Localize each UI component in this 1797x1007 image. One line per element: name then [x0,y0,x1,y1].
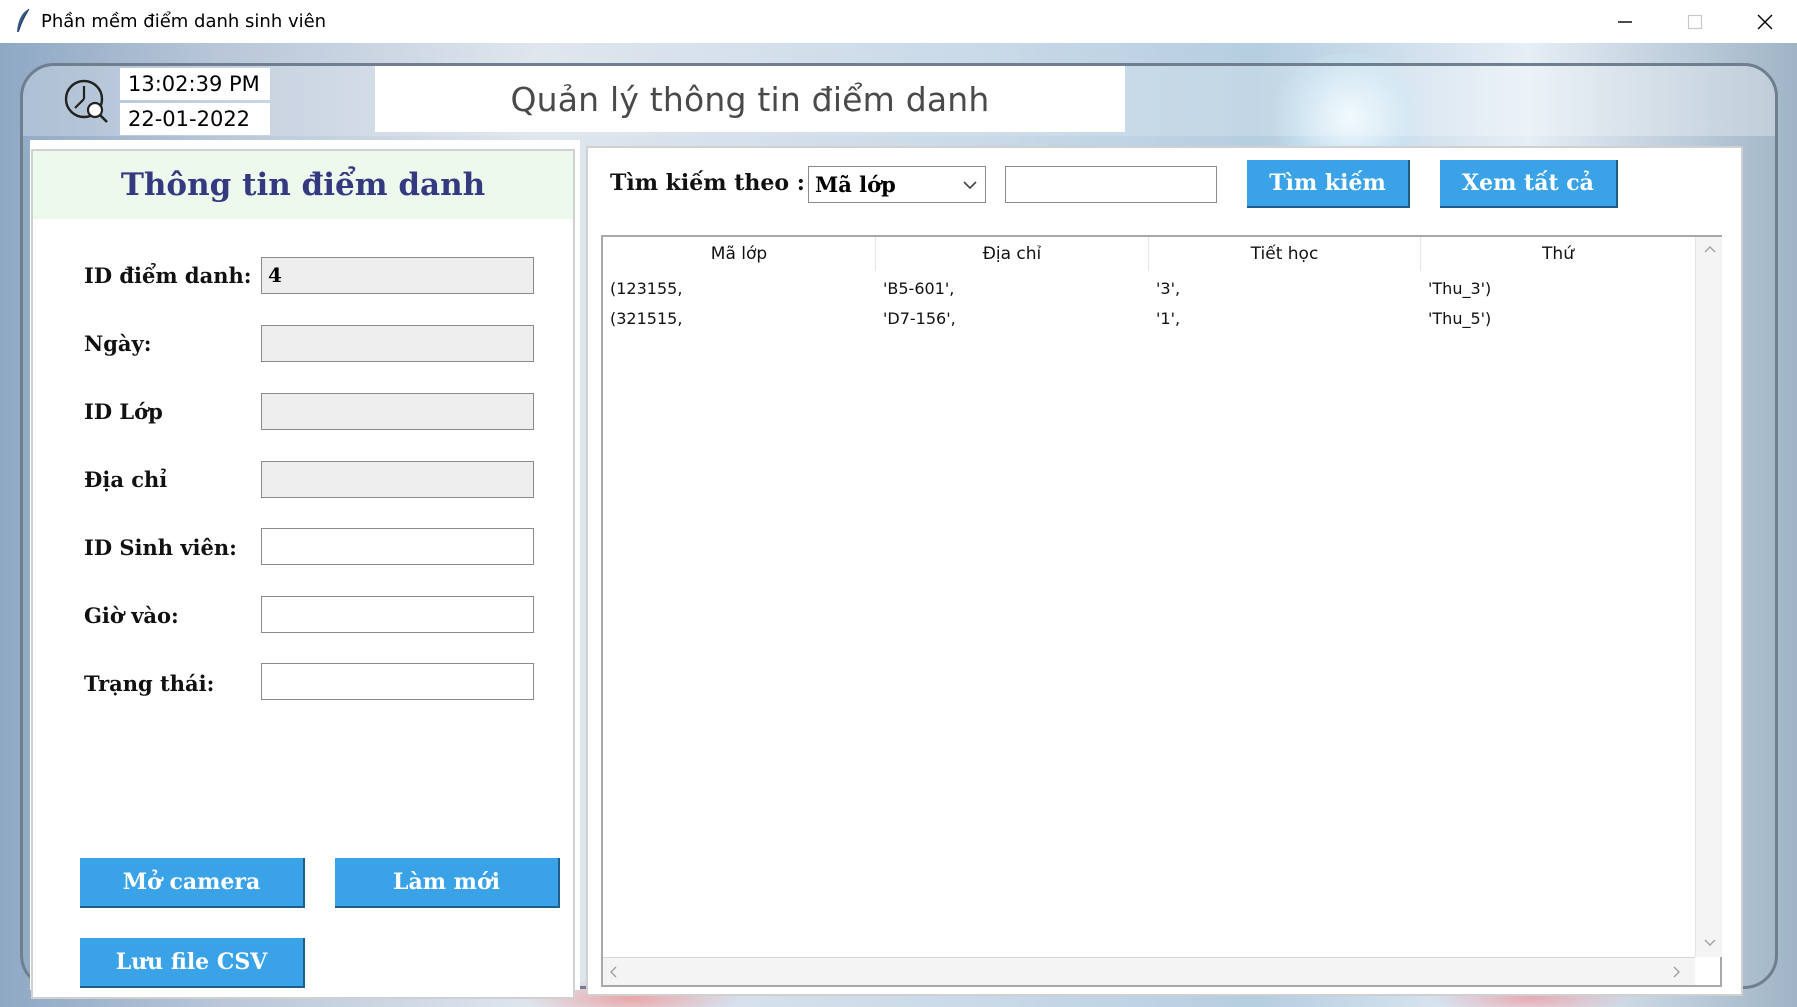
address-label: Địa chỉ [84,467,168,492]
search-by-value: Mã lớp [815,172,896,197]
maximize-icon [1687,14,1703,29]
title-bar: Phần mềm điểm danh sinh viên [0,0,1797,43]
column-header-address[interactable]: Địa chỉ [876,237,1149,271]
search-input[interactable] [1005,166,1217,203]
column-header-class-code[interactable]: Mã lớp [603,237,876,271]
horizontal-scrollbar[interactable] [603,957,1695,985]
status-field[interactable] [261,663,534,700]
header-banner: Quản lý thông tin điểm danh [375,66,1125,132]
student-id-field[interactable] [261,528,534,565]
save-csv-button[interactable]: Lưu file CSV [80,938,305,988]
search-button[interactable]: Tìm kiếm [1247,160,1410,208]
scroll-left-icon[interactable] [609,966,617,978]
attendance-id-field[interactable]: 4 [261,257,534,294]
minimize-button[interactable] [1590,0,1660,43]
current-date: 22-01-2022 [120,103,270,135]
page-title: Quản lý thông tin điểm danh [510,79,990,119]
vertical-scrollbar[interactable] [1695,237,1722,957]
column-header-weekday[interactable]: Thứ [1421,237,1695,271]
attendance-id-label: ID điểm danh: [84,263,252,288]
clock-search-icon [64,79,108,123]
search-by-select[interactable]: Mã lớp [808,166,986,203]
close-icon [1757,14,1773,29]
view-all-button[interactable]: Xem tất cả [1440,160,1618,208]
table-cell: 'D7-156', [883,309,956,328]
student-id-label: ID Sinh viên: [84,535,237,560]
panel-heading: Thông tin điểm danh [33,151,573,219]
maximize-button[interactable] [1660,0,1730,43]
open-camera-button[interactable]: Mở camera [80,858,305,908]
class-id-label: ID Lớp [84,399,163,424]
refresh-button[interactable]: Làm mới [335,858,560,908]
table-cell: (123155, [610,279,683,298]
table-cell: 'B5-601', [883,279,955,298]
check-in-time-field[interactable] [261,596,534,633]
chevron-down-icon [963,181,977,190]
feather-icon [17,8,30,32]
table-cell: (321515, [610,309,683,328]
address-field[interactable] [261,461,534,498]
close-button[interactable] [1730,0,1797,43]
minimize-icon [1618,20,1632,23]
date-field[interactable] [261,325,534,362]
date-label: Ngày: [84,331,152,356]
results-table[interactable]: Mã lớp Địa chỉ Tiết học Thứ (123155, 'B5… [601,235,1722,987]
window-title: Phần mềm điểm danh sinh viên [41,11,327,32]
table-cell: '1', [1156,309,1181,328]
check-in-time-label: Giờ vào: [84,603,179,628]
search-by-label: Tìm kiếm theo : [610,170,805,196]
table-cell: 'Thu_5') [1428,309,1492,328]
status-label: Trạng thái: [84,671,215,696]
scroll-right-icon[interactable] [1673,966,1681,978]
scroll-down-icon[interactable] [1704,939,1716,947]
column-header-period[interactable]: Tiết học [1149,237,1421,271]
scroll-up-icon[interactable] [1704,245,1716,253]
class-id-field[interactable] [261,393,534,430]
current-time: 13:02:39 PM [120,68,270,100]
table-cell: '3', [1156,279,1181,298]
table-cell: 'Thu_3') [1428,279,1492,298]
